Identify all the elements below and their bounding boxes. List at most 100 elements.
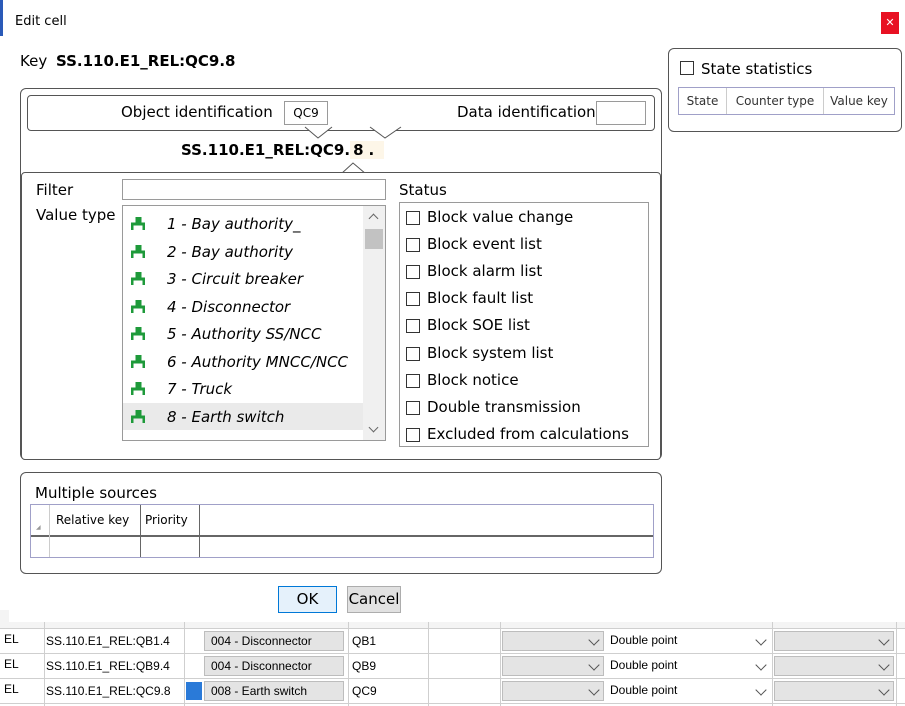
grid-line bbox=[428, 610, 429, 706]
row-key: SS.110.E1_REL:QB9.4 bbox=[46, 659, 170, 673]
scroll-up-icon[interactable] bbox=[368, 213, 379, 224]
row-type-combo[interactable]: 004 - Disconnector bbox=[204, 631, 344, 651]
status-option[interactable]: Block system list bbox=[406, 343, 646, 365]
column-header-value-key[interactable]: Value key bbox=[824, 88, 894, 114]
value-type-item-label: 3 - Circuit breaker bbox=[167, 270, 304, 288]
key-row: Key SS.110.E1_REL:QC9.8 bbox=[20, 52, 236, 70]
filter-input[interactable] bbox=[122, 179, 386, 200]
value-type-item-label: 7 - Truck bbox=[167, 380, 233, 398]
value-type-item[interactable]: 3 - Circuit breaker bbox=[123, 265, 363, 292]
grid-line bbox=[348, 610, 349, 706]
value-type-item[interactable]: 8 - Earth switch bbox=[123, 402, 363, 430]
row-object: QB9 bbox=[352, 659, 377, 673]
background-row[interactable]: EL SS.110.E1_REL:QB9.4 004 - Disconnector Q… bbox=[0, 654, 905, 679]
row-combo-empty[interactable] bbox=[774, 631, 894, 651]
row-combo-empty[interactable] bbox=[774, 656, 894, 676]
key-label: Key bbox=[20, 52, 48, 70]
background-row[interactable]: EL SS.110.E1_REL:QB1.4 004 - Disconnector Q… bbox=[0, 629, 905, 654]
filter-label: Filter bbox=[36, 181, 74, 199]
row-key: SS.110.E1_REL:QB1.4 bbox=[46, 634, 170, 648]
status-option-label: Block value change bbox=[427, 208, 574, 226]
value-type-item[interactable]: 1 - Bay authority_ bbox=[123, 210, 363, 237]
row-combo-empty[interactable] bbox=[774, 681, 894, 701]
object-identification-label: Object identification bbox=[121, 103, 273, 121]
list-scrollbar[interactable] bbox=[363, 206, 385, 440]
key-value: SS.110.E1_REL:QC9.8 bbox=[55, 52, 236, 70]
state-statistics-table[interactable]: State Counter type Value key bbox=[678, 87, 895, 115]
grid-line bbox=[184, 610, 185, 706]
status-option[interactable]: Block event list bbox=[406, 234, 646, 256]
row-signal-combo[interactable]: Double point bbox=[606, 681, 772, 701]
status-option[interactable]: Block SOE list bbox=[406, 315, 646, 337]
row-type-icon bbox=[186, 632, 202, 650]
row-signal-combo[interactable]: Double point bbox=[606, 631, 772, 651]
value-type-list[interactable]: 1 - Bay authority_ 2 - Bay authority 3 - C… bbox=[122, 205, 386, 441]
value-type-panel: Filter Value type 1 - Bay authority_ 2 - … bbox=[21, 172, 661, 460]
row-type-icon bbox=[186, 657, 202, 675]
multiple-sources-label: Multiple sources bbox=[35, 484, 157, 502]
state-statistics-checkbox[interactable] bbox=[680, 61, 694, 75]
multiple-sources-table[interactable]: ◢ Relative key Priority bbox=[30, 504, 654, 558]
row-type-combo[interactable]: 004 - Disconnector bbox=[204, 656, 344, 676]
row-key: SS.110.E1_REL:QC9.8 bbox=[46, 684, 171, 698]
background-row[interactable]: EL SS.110.E1_REL:QC9.8 008 - Earth switch Q… bbox=[0, 679, 905, 704]
status-option[interactable]: Block value change bbox=[406, 207, 646, 229]
column-header-relative-key[interactable]: Relative key bbox=[49, 505, 141, 557]
value-type-item[interactable]: 7 - Truck bbox=[123, 375, 363, 402]
window-accent-bar bbox=[0, 0, 3, 36]
status-option-label: Double transmission bbox=[427, 397, 581, 416]
row-type-combo[interactable]: 008 - Earth switch bbox=[204, 681, 344, 701]
status-checkbox[interactable] bbox=[406, 346, 420, 361]
row-prefix: EL bbox=[4, 632, 19, 646]
column-header-state[interactable]: State bbox=[679, 88, 727, 114]
grid-line bbox=[772, 610, 773, 706]
status-checkbox[interactable] bbox=[406, 319, 420, 334]
status-option[interactable]: Block alarm list bbox=[406, 261, 646, 283]
status-checkbox[interactable] bbox=[406, 265, 420, 280]
grid-line bbox=[896, 610, 897, 706]
value-type-item-label: 4 - Disconnector bbox=[167, 297, 291, 316]
status-checkbox[interactable] bbox=[406, 373, 420, 388]
status-option[interactable]: Double transmission bbox=[406, 397, 646, 419]
close-button[interactable]: ✕ bbox=[881, 12, 899, 34]
status-option-label: Block event list bbox=[427, 235, 542, 254]
status-option[interactable]: Excluded from calculations bbox=[406, 424, 646, 446]
status-option[interactable]: Block fault list bbox=[406, 288, 646, 310]
data-identification-input[interactable] bbox=[596, 101, 646, 125]
column-header-counter-type[interactable]: Counter type bbox=[727, 88, 824, 114]
scroll-down-icon[interactable] bbox=[368, 422, 379, 433]
ok-button[interactable]: OK bbox=[278, 586, 337, 613]
switch-state-icon bbox=[131, 382, 145, 395]
close-icon: ✕ bbox=[885, 16, 895, 29]
switch-state-icon bbox=[131, 409, 145, 423]
status-option[interactable]: Block notice bbox=[406, 370, 646, 392]
value-type-item-label: 1 - Bay authority_ bbox=[167, 215, 301, 233]
value-type-item[interactable]: 2 - Bay authority bbox=[123, 238, 363, 265]
value-type-item[interactable]: 4 - Disconnector bbox=[123, 293, 363, 320]
row-signal-combo[interactable]: Double point bbox=[606, 656, 772, 676]
grid-line bbox=[44, 610, 45, 706]
data-identification-label: Data identification bbox=[457, 103, 596, 121]
status-checkbox[interactable] bbox=[406, 211, 420, 225]
status-option-label: Block fault list bbox=[427, 289, 534, 308]
value-type-item[interactable]: 5 - Authority SS/NCC bbox=[123, 320, 363, 347]
status-checkbox[interactable] bbox=[406, 400, 420, 415]
cancel-button[interactable]: Cancel bbox=[347, 586, 401, 613]
column-header-priority[interactable]: Priority bbox=[139, 505, 200, 557]
scroll-thumb[interactable] bbox=[365, 229, 383, 249]
status-checkbox[interactable] bbox=[406, 292, 420, 307]
switch-state-icon bbox=[131, 244, 145, 258]
key-preview-index: 8 bbox=[350, 141, 367, 159]
row-header-corner-icon: ◢ bbox=[36, 524, 41, 531]
status-checkbox[interactable] bbox=[406, 238, 420, 253]
value-type-item[interactable]: 6 - Authority MNCC/NCC bbox=[123, 348, 363, 375]
state-statistics-label: State statistics bbox=[701, 60, 813, 78]
background-table: EL SS.110.E1_REL:QB1.4 004 - Disconnector Q… bbox=[0, 610, 905, 706]
object-identification-input[interactable]: QC9 bbox=[284, 101, 328, 125]
status-option-label: Block notice bbox=[427, 370, 519, 389]
grid-line bbox=[500, 610, 501, 706]
status-checkbox[interactable] bbox=[406, 427, 420, 442]
data-pointer-chevron bbox=[369, 126, 402, 139]
status-list: Block value change Block event list Block … bbox=[399, 202, 649, 447]
status-option-label: Block SOE list bbox=[427, 316, 530, 335]
